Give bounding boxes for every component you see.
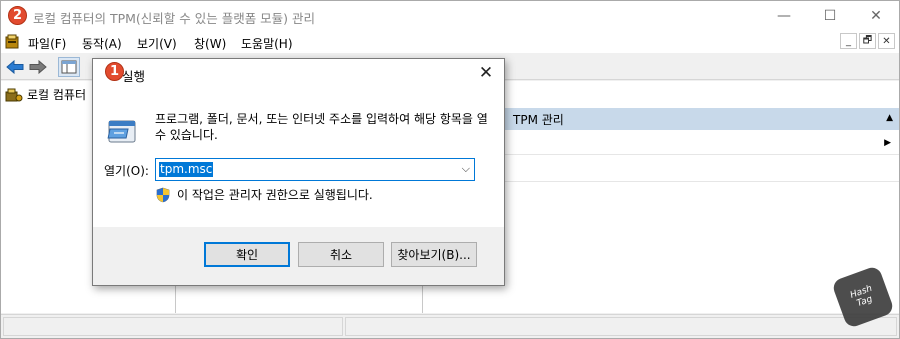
mdi-close-button[interactable]: ✕ — [878, 33, 895, 49]
cancel-button[interactable]: 취소 — [298, 242, 384, 267]
open-input-value[interactable]: tpm.msc — [159, 162, 214, 177]
minimize-button[interactable]: — — [761, 1, 807, 31]
admin-note-row: 이 작업은 관리자 권한으로 실행됩니다. — [155, 186, 373, 203]
mmc-console-icon[interactable] — [5, 34, 19, 49]
ok-button[interactable]: 확인 — [204, 242, 290, 267]
dropdown-chevron-icon[interactable]: ⌵ — [462, 162, 470, 176]
run-footer: 확인 취소 찾아보기(B)... — [93, 227, 504, 285]
open-combobox[interactable]: tpm.msc ⌵ — [155, 158, 475, 181]
menu-action[interactable]: 동작(A) — [82, 35, 122, 52]
run-title: 실행 — [122, 69, 146, 84]
tree-root-item[interactable]: 로컬 컴퓨터 — [5, 86, 86, 103]
run-dialog: 실행 ✕ 프로그램, 폴더, 문서, 또는 인터넷 주소를 입력하여 해당 항목… — [92, 58, 505, 286]
window-title: 로컬 컴퓨터의 TPM(신뢰할 수 있는 플랫폼 모듈) 관리 — [33, 11, 316, 26]
open-label: 열기(O): — [104, 164, 149, 178]
mdi-minimize-button[interactable]: _ — [840, 33, 857, 49]
menu-bar: 파일(F) 동작(A) 보기(V) 창(W) 도움말(H) _ 🗗 ✕ — [1, 31, 899, 53]
run-app-icon — [107, 120, 136, 143]
run-close-button[interactable]: ✕ — [476, 62, 496, 84]
status-bar — [1, 314, 899, 338]
console-tree-icon — [61, 60, 77, 74]
menu-view[interactable]: 보기(V) — [137, 35, 177, 52]
forward-arrow-icon — [29, 60, 47, 74]
menu-help[interactable]: 도움말(H) — [241, 35, 293, 52]
admin-note: 이 작업은 관리자 권한으로 실행됩니다. — [177, 188, 373, 202]
computer-key-icon — [5, 88, 23, 101]
run-title-bar: 실행 ✕ — [93, 59, 504, 89]
tree-root-label: 로컬 컴퓨터 — [27, 88, 87, 102]
mdi-restore-button[interactable]: 🗗 — [859, 33, 876, 49]
step-marker-2: 2 — [8, 6, 27, 25]
title-bar: 로컬 컴퓨터의 TPM(신뢰할 수 있는 플랫폼 모듈) 관리 — ☐ ✕ — [1, 1, 899, 31]
submenu-arrow-icon: ▶ — [884, 138, 891, 148]
menu-window[interactable]: 창(W) — [194, 35, 226, 52]
uac-shield-icon — [156, 187, 170, 202]
show-hide-tree-button[interactable] — [58, 57, 80, 77]
forward-button[interactable] — [28, 57, 48, 77]
back-arrow-icon — [6, 60, 24, 74]
collapse-caret-icon: ▲ — [886, 113, 893, 123]
maximize-button[interactable]: ☐ — [807, 1, 853, 31]
run-body: 프로그램, 폴더, 문서, 또는 인터넷 주소를 입력하여 해당 항목을 열 수… — [93, 89, 504, 227]
step-marker-1: 1 — [105, 62, 124, 81]
status-part-2 — [345, 317, 897, 336]
close-button[interactable]: ✕ — [853, 1, 899, 31]
status-part-1 — [3, 317, 343, 336]
run-description: 프로그램, 폴더, 문서, 또는 인터넷 주소를 입력하여 해당 항목을 열 수… — [155, 112, 488, 142]
menu-file[interactable]: 파일(F) — [28, 35, 66, 52]
mdi-controls: _ 🗗 ✕ — [840, 33, 895, 49]
actions-header-label: TPM 관리 — [513, 113, 564, 127]
back-button[interactable] — [5, 57, 25, 77]
browse-button[interactable]: 찾아보기(B)... — [391, 242, 477, 267]
